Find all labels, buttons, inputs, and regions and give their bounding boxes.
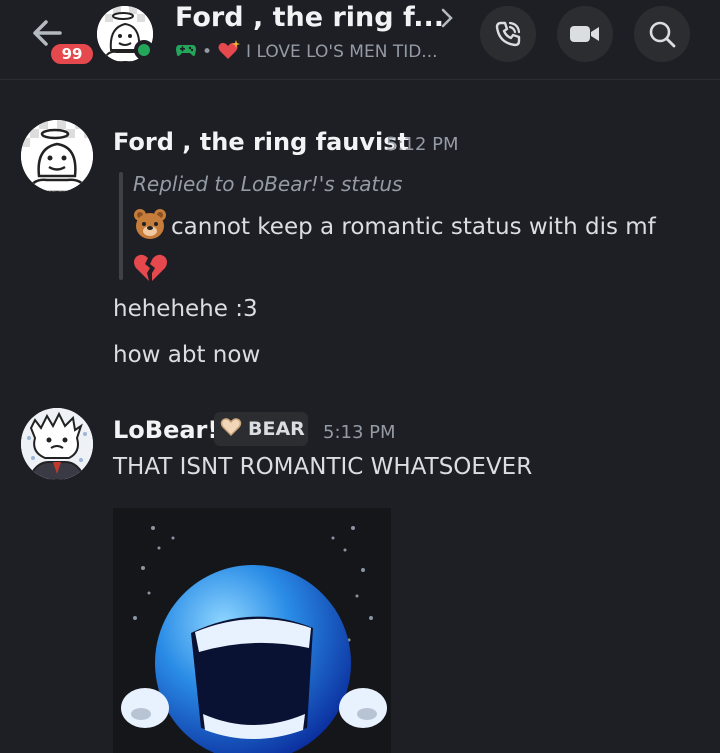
bear-face-icon (133, 208, 167, 251)
broken-heart-icon (133, 251, 167, 294)
video-call-button[interactable] (557, 6, 613, 62)
separator-dot: • (202, 42, 213, 62)
crying-emoji-gif[interactable] (113, 508, 391, 753)
status-text: I LOVE LO'S MEN TID... (246, 42, 438, 62)
reply-text: cannot keep a romantic status with dis m… (171, 214, 656, 240)
unread-badge: 99 (48, 41, 96, 67)
video-camera-icon (570, 26, 599, 42)
search-icon (649, 21, 676, 48)
dm-title[interactable]: Ford , the ring f... (175, 2, 444, 38)
message-text: hehehehe :3 (113, 296, 258, 322)
reply-quote: cannot keep a romantic status with dis m… (133, 208, 703, 294)
reply-label[interactable]: Replied to LoBear!'s status (133, 172, 402, 196)
message-timestamp: 5:12 PM (386, 134, 459, 155)
author-avatar[interactable] (21, 120, 93, 192)
gamepad-icon (175, 42, 197, 63)
chat-header: 99 Ford , the ring f... • I LOVE LO'S ME… (0, 0, 720, 80)
phone-call-icon (495, 21, 521, 47)
clan-tag[interactable]: BEAR (214, 412, 308, 446)
sparkle-heart-icon (217, 39, 241, 66)
message-text: THAT ISNT ROMANTIC WHATSOEVER (113, 454, 533, 480)
online-status-icon (134, 40, 154, 60)
chevron-right-icon[interactable] (440, 6, 454, 36)
message-author[interactable]: LoBear! (113, 416, 218, 444)
message-timestamp: 5:13 PM (323, 422, 396, 443)
custom-status: • I LOVE LO'S MEN TID... (175, 39, 438, 66)
clan-tag-label: BEAR (248, 418, 305, 440)
author-avatar[interactable] (21, 408, 93, 480)
message-author[interactable]: Ford , the ring fauvist (113, 128, 409, 156)
voice-call-button[interactable] (480, 6, 536, 62)
search-button[interactable] (634, 6, 690, 62)
message-text: how abt now (113, 342, 261, 368)
reply-bar (119, 172, 123, 280)
heart-tag-icon (220, 417, 242, 442)
